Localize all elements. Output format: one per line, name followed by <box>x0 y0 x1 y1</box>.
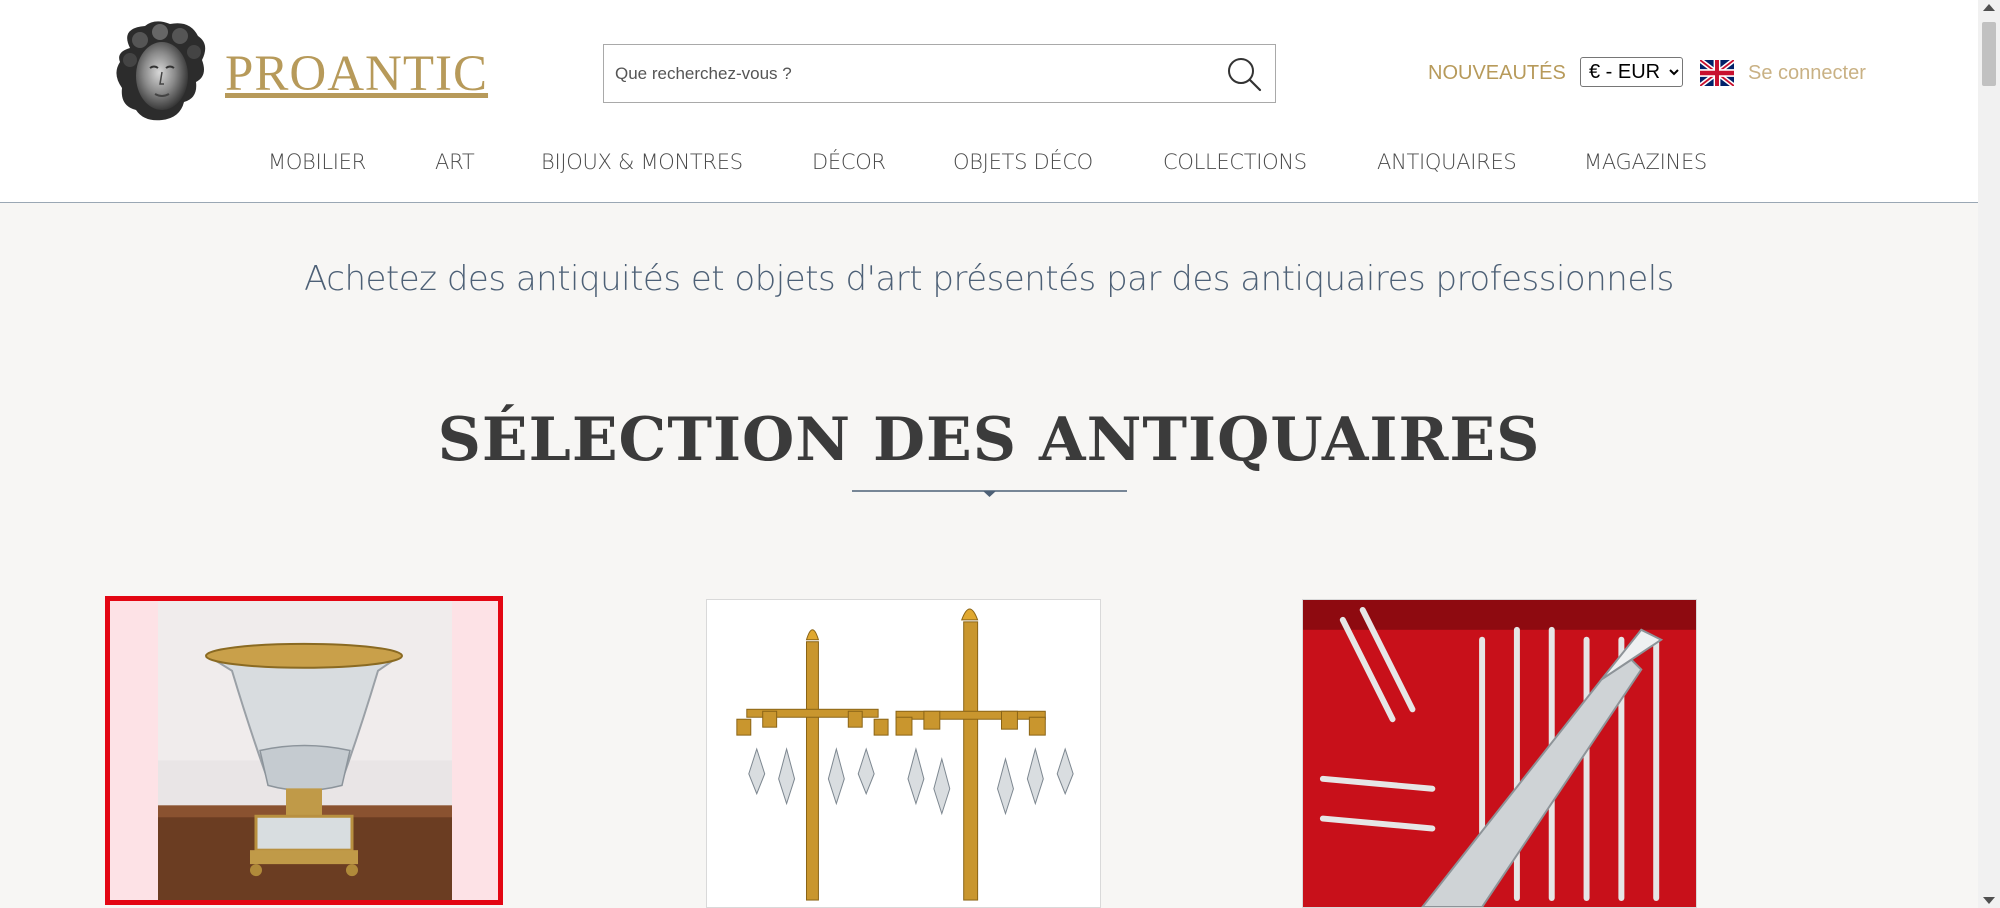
main-nav: MOBILIER ART BIJOUX & MONTRES DÉCOR OBJE… <box>0 150 1978 180</box>
section-title: SÉLECTION DES ANTIQUAIRES <box>437 405 1541 475</box>
search-icon[interactable] <box>1223 53 1265 95</box>
login-link[interactable]: Se connecter <box>1748 61 1866 85</box>
section-divider <box>852 487 1127 499</box>
search-input[interactable] <box>615 59 1195 89</box>
nav-item-mobilier[interactable]: MOBILIER <box>268 150 366 174</box>
product-card[interactable] <box>706 599 1101 908</box>
silver-cutlery-set-red-case-image <box>1303 600 1696 907</box>
sculpted-head-logo-icon[interactable] <box>110 18 210 124</box>
nav-item-bijoux-montres[interactable]: BIJOUX & MONTRES <box>541 150 743 174</box>
search-box <box>603 44 1276 103</box>
uk-flag-icon[interactable] <box>1698 57 1736 89</box>
scroll-thumb[interactable] <box>1982 22 1996 86</box>
currency-select[interactable]: € - EUR <box>1580 57 1683 87</box>
page-tagline: Achetez des antiquités et objets d'art p… <box>304 259 1674 299</box>
nouveautes-link[interactable]: NOUVEAUTÉS <box>1428 61 1566 85</box>
site-header: PROANTIC NOUVEAUTÉS € - EUR Se connecter… <box>0 0 1978 203</box>
product-card[interactable] <box>1302 599 1697 908</box>
page-scrollbar[interactable] <box>1978 0 2000 908</box>
nav-item-antiquaires[interactable]: ANTIQUAIRES <box>1377 150 1517 174</box>
nav-item-magazines[interactable]: MAGAZINES <box>1584 150 1707 174</box>
crystal-vase-gilt-bronze-image <box>110 601 498 900</box>
gilt-candelabras-crystal-drops-image <box>707 600 1100 907</box>
nav-item-collections[interactable]: COLLECTIONS <box>1163 150 1307 174</box>
brand-name[interactable]: PROANTIC <box>225 44 488 104</box>
scroll-down-arrow-icon[interactable] <box>1983 897 1995 904</box>
nav-item-art[interactable]: ART <box>435 150 475 174</box>
product-card[interactable] <box>105 596 503 905</box>
nav-item-objets-deco[interactable]: OBJETS DÉCO <box>953 150 1093 174</box>
scroll-up-arrow-icon[interactable] <box>1983 4 1995 11</box>
nav-item-decor[interactable]: DÉCOR <box>812 150 886 174</box>
